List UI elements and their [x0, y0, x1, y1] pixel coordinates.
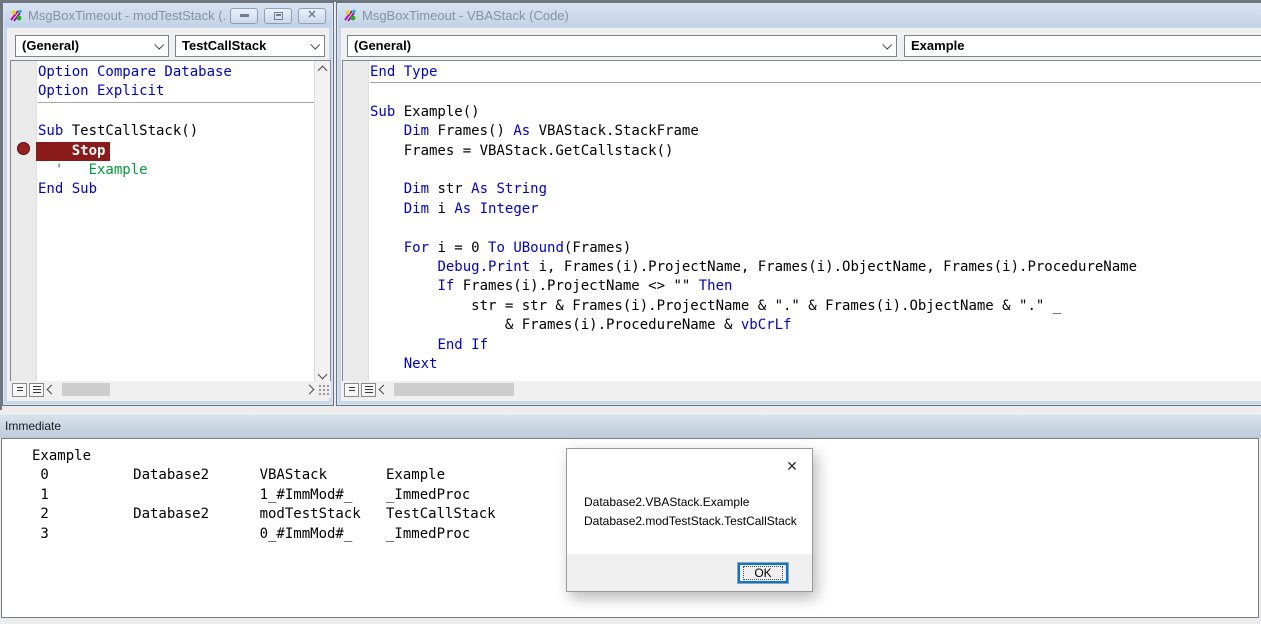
horizontal-scrollbar[interactable]: [10, 381, 331, 398]
left-window-title: MsgBoxTimeout - modTestStack (...: [28, 8, 226, 23]
dialog-close-button[interactable]: ✕: [780, 455, 804, 477]
right-window-client: (General) Example End Type Sub Example()…: [341, 28, 1261, 401]
close-icon: ✕: [307, 9, 317, 21]
breakpoint-margin[interactable]: [343, 61, 369, 384]
scrollbar-thumb[interactable]: [394, 383, 514, 396]
code-editor[interactable]: End Type Sub Example() Dim Frames() As V…: [342, 60, 1261, 385]
restore-icon: [273, 11, 283, 20]
scrollbar-track[interactable]: [390, 382, 1261, 397]
right-window-titlebar[interactable]: MsgBoxTimeout - VBAStack (Code): [338, 4, 1261, 27]
chevron-down-icon: [154, 39, 165, 50]
code-window-vbastack: MsgBoxTimeout - VBAStack (Code) (General…: [336, 2, 1261, 406]
resize-grip[interactable]: [317, 383, 330, 396]
scroll-left-button[interactable]: [44, 382, 58, 397]
scroll-up-icon[interactable]: [317, 65, 328, 76]
right-window-title: MsgBoxTimeout - VBAStack (Code): [362, 8, 569, 23]
procedure-view-icon: [16, 386, 23, 393]
vertical-scrollbar[interactable]: [314, 61, 330, 384]
object-dropdown[interactable]: (General): [347, 35, 897, 57]
procedure-view-button[interactable]: [12, 382, 27, 397]
dialog-message: Database2.VBAStack.Example Database2.mod…: [584, 495, 797, 528]
horizontal-scrollbar[interactable]: [342, 381, 1261, 398]
code-editor[interactable]: Option Compare Database Option Explicit S…: [10, 60, 331, 385]
breakpoint-indicator[interactable]: [17, 142, 30, 155]
ok-button-label: OK: [743, 566, 783, 580]
code-text[interactable]: End Type Sub Example() Dim Frames() As V…: [370, 63, 1261, 375]
immediate-pane-header[interactable]: Immediate: [0, 414, 1261, 438]
scrollbar-thumb[interactable]: [62, 383, 110, 396]
procedure-dropdown[interactable]: TestCallStack: [175, 35, 325, 57]
full-module-view-button[interactable]: [29, 382, 44, 397]
vba-module-icon: [344, 9, 356, 21]
left-window-titlebar[interactable]: MsgBoxTimeout - modTestStack (... ✕: [4, 4, 332, 27]
scroll-left-icon: [46, 384, 56, 395]
procedure-view-button[interactable]: [344, 382, 359, 397]
scroll-right-icon: [304, 384, 314, 395]
breakpoint-margin[interactable]: [11, 61, 37, 384]
code-window-modteststack: MsgBoxTimeout - modTestStack (... ✕ (Gen…: [2, 2, 334, 406]
full-module-view-button[interactable]: [361, 382, 376, 397]
scrollbar-track[interactable]: [58, 382, 302, 397]
full-module-view-icon: [364, 385, 373, 394]
procedure-dropdown-value: Example: [911, 38, 965, 53]
restore-button[interactable]: [264, 7, 292, 24]
close-icon: ✕: [786, 457, 798, 474]
chevron-down-icon: [882, 39, 893, 50]
full-module-view-icon: [32, 385, 41, 394]
left-window-client: (General) TestCallStack Option Compare D…: [7, 28, 331, 401]
scroll-left-icon: [378, 384, 388, 395]
chevron-down-icon: [310, 39, 321, 50]
dialog-footer: OK: [567, 554, 812, 591]
scroll-left-button[interactable]: [376, 382, 390, 397]
procedure-dropdown[interactable]: Example: [904, 35, 1261, 57]
object-dropdown-value: (General): [22, 38, 80, 53]
object-dropdown[interactable]: (General): [15, 35, 169, 57]
procedure-dropdown-value: TestCallStack: [182, 38, 267, 53]
ok-button[interactable]: OK: [738, 563, 788, 583]
scroll-down-icon[interactable]: [317, 369, 328, 380]
object-dropdown-value: (General): [354, 38, 412, 53]
close-button[interactable]: ✕: [298, 7, 326, 24]
minimize-icon: [239, 14, 249, 17]
procedure-view-icon: [348, 386, 355, 393]
immediate-output[interactable]: Example 0 Database2 VBAStack Example 1 1…: [32, 447, 496, 544]
message-box-dialog: ✕ Database2.VBAStack.Example Database2.m…: [566, 448, 813, 592]
code-text[interactable]: Option Compare Database Option Explicit S…: [36, 63, 314, 200]
scroll-right-button[interactable]: [302, 382, 316, 397]
vba-module-icon: [10, 9, 22, 21]
minimize-button[interactable]: [230, 7, 258, 24]
